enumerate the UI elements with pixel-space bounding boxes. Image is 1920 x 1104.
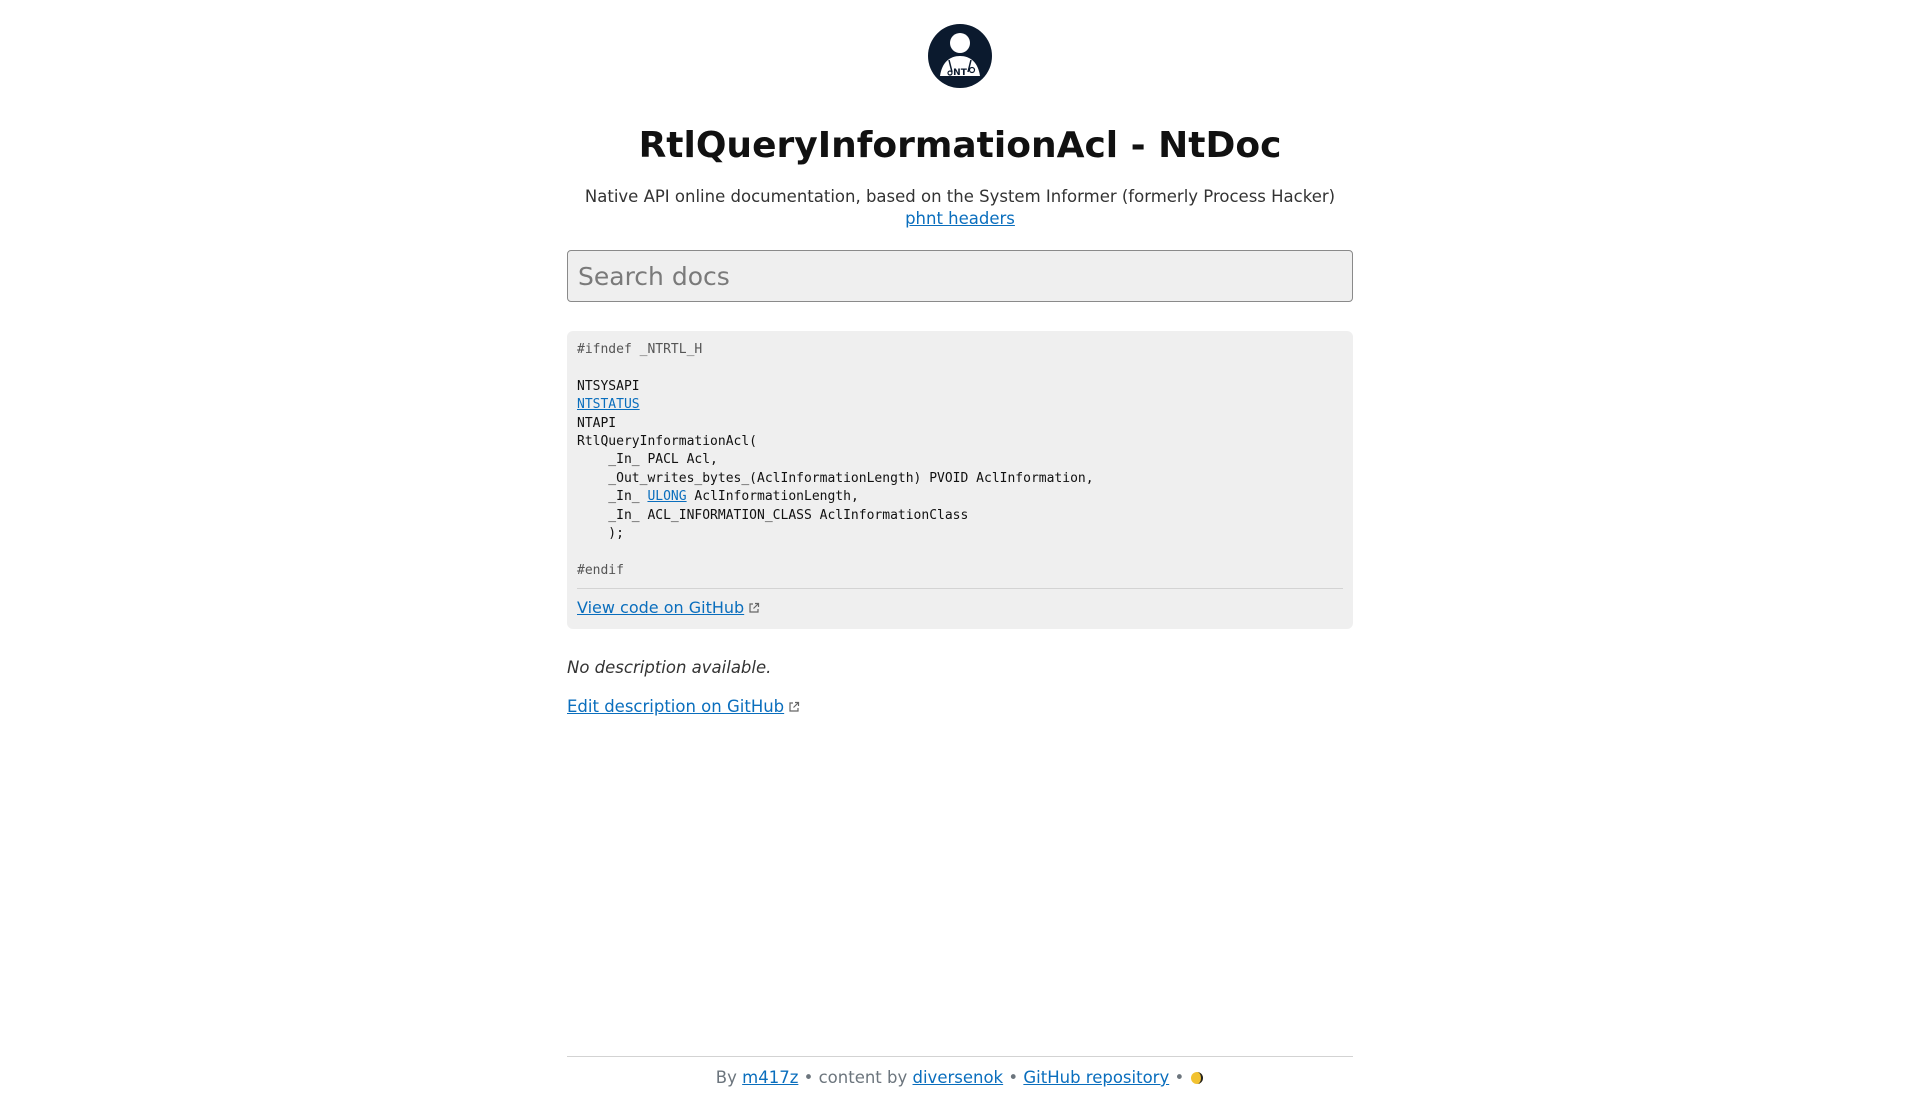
description-text: No description available.	[567, 658, 772, 678]
phnt-headers-link[interactable]: phnt headers	[905, 209, 1015, 228]
code-divider	[577, 588, 1343, 590]
code-ntsysapi: NTSYSAPI	[577, 378, 640, 394]
subtitle-text: Native API online documentation, based o…	[584, 187, 1336, 206]
external-link-icon	[789, 702, 800, 712]
page-subtitle: Native API online documentation, based o…	[567, 186, 1353, 230]
code-close-paren: );	[577, 526, 624, 542]
code-param3-suffix: AclInformationLength,	[686, 489, 859, 505]
github-repository-link[interactable]: GitHub repository	[1023, 1068, 1169, 1087]
code-function-name: RtlQueryInformationAcl(	[577, 434, 758, 450]
content-author-link[interactable]: diversenok	[913, 1068, 1004, 1087]
nt-person-logo-icon[interactable]: NT	[928, 24, 992, 88]
function-signature: #ifndef _NTRTL_H NTSYSAPI NTSTATUS NTAPI…	[577, 341, 1343, 580]
edit-description-row: Edit description on GitHub	[567, 696, 1353, 718]
footer-by: By	[715, 1068, 743, 1087]
code-param-aclinformation: _Out_writes_bytes_(AclInformationLength)…	[577, 470, 1094, 486]
search-input[interactable]	[567, 250, 1353, 302]
footer: By m417z • content by diversenok • GitHu…	[567, 1056, 1353, 1089]
edit-description-on-github-link[interactable]: Edit description on GitHub	[567, 697, 784, 716]
code-block: #ifndef _NTRTL_H NTSYSAPI NTSTATUS NTAPI…	[567, 331, 1353, 630]
page-title: RtlQueryInformationAcl - NtDoc	[638, 125, 1282, 166]
code-param-acl: _In_ PACL Acl,	[577, 452, 718, 468]
code-param-aclinformationclass: _In_ ACL_INFORMATION_CLASS AclInformatio…	[577, 507, 969, 523]
footer-separator: •	[1003, 1068, 1024, 1087]
view-code-on-github-link[interactable]: View code on GitHub	[577, 598, 744, 617]
page-container: NT RtlQueryInformationAcl - NtDoc Native…	[567, 24, 1353, 1104]
logo-text: NT	[953, 68, 968, 78]
code-ifndef: #ifndef _NTRTL_H	[577, 342, 703, 357]
code-param3-prefix: _In_	[577, 489, 648, 505]
ulong-type-link[interactable]: ULONG	[647, 489, 686, 504]
external-link-icon	[749, 603, 760, 613]
footer-content-by: • content by	[798, 1068, 913, 1087]
ntstatus-type-link[interactable]: NTSTATUS	[577, 397, 640, 412]
code-ntapi: NTAPI	[577, 415, 617, 431]
theme-toggle-moon-icon[interactable]	[1190, 1071, 1204, 1085]
footer-separator: •	[1169, 1068, 1185, 1087]
code-endif: #endif	[577, 562, 624, 578]
view-code-row: View code on GitHub	[577, 597, 1343, 619]
author-link[interactable]: m417z	[742, 1068, 798, 1087]
